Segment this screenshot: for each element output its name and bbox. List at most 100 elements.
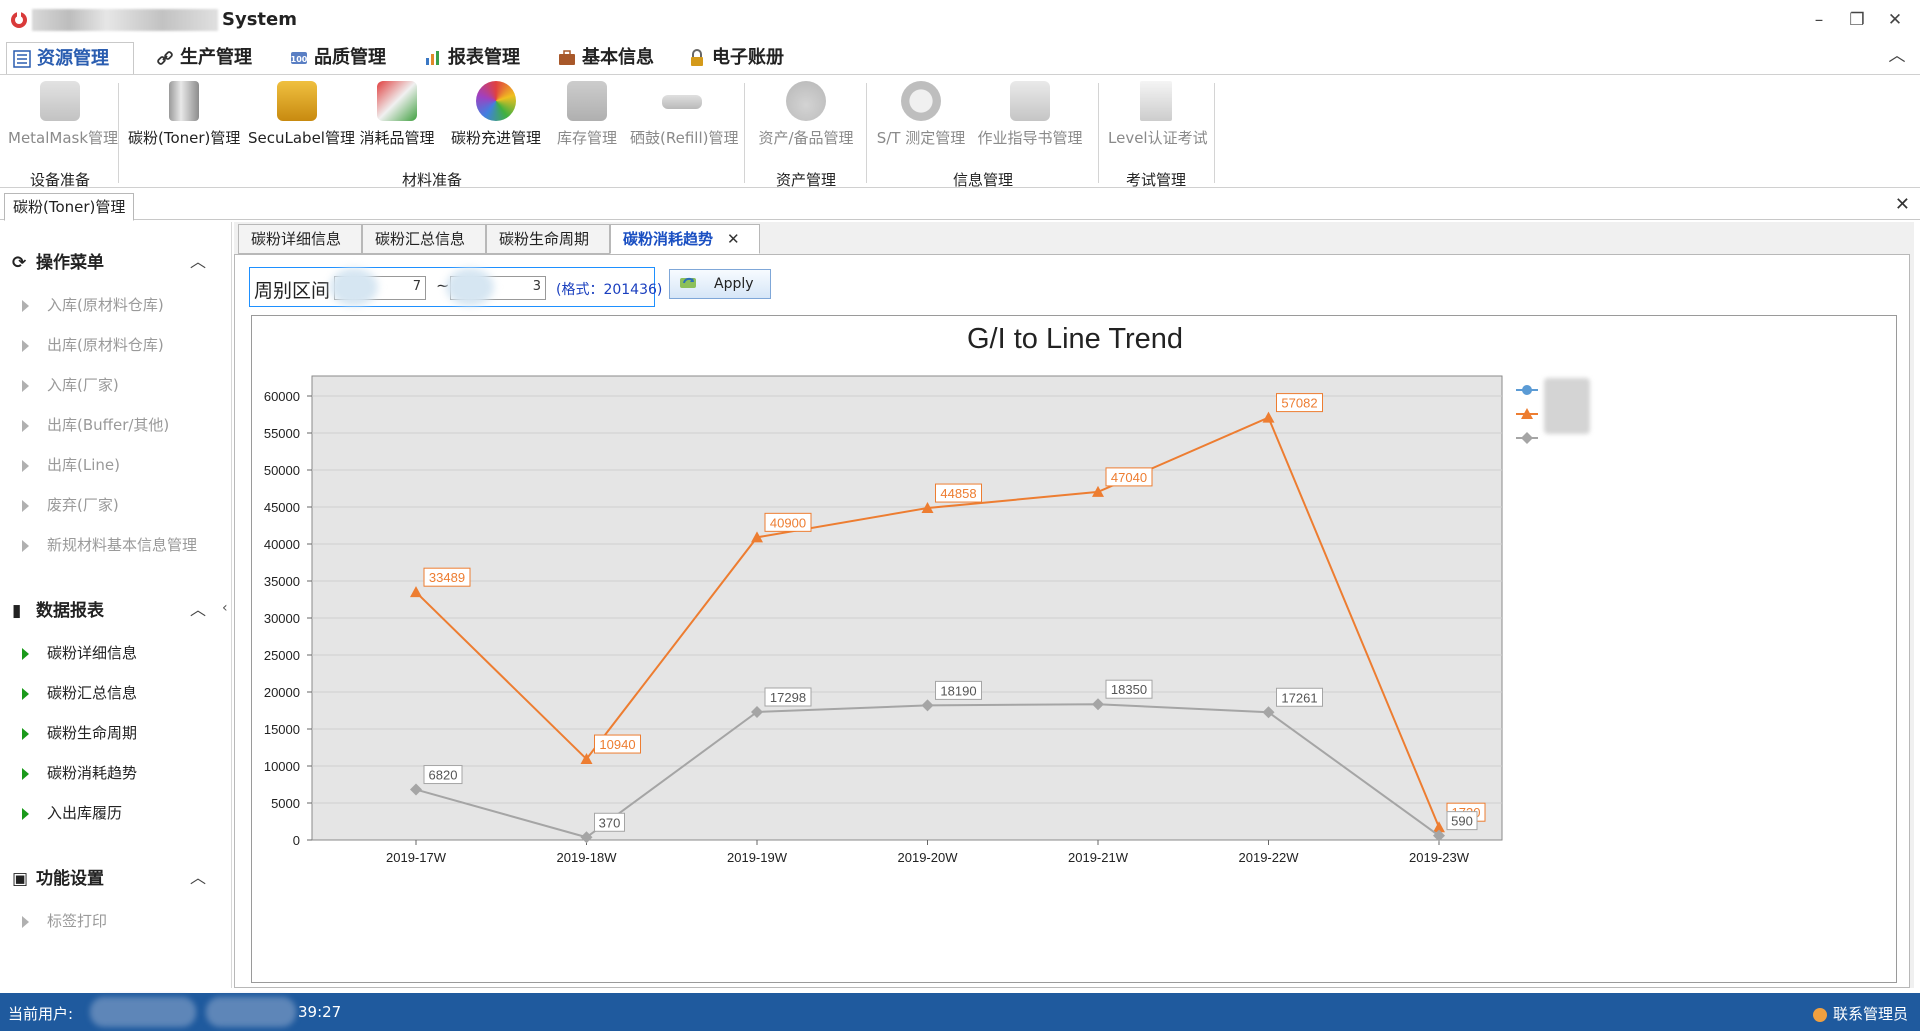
sidebar-item-label: 入库(厂家) <box>47 376 119 394</box>
trend-panel: 周别区间 7 ~ 3 (格式：201436) Apply G/I to Line… <box>234 254 1910 988</box>
ribbon-button-label: S/T 测定管理 <box>876 129 966 147</box>
sidebar-collapse-icon[interactable]: ‹ <box>222 600 228 616</box>
sidebar-item-label: 出库(原材料仓库) <box>47 336 164 354</box>
ribbon-toner-button[interactable]: 碳粉(Toner)管理 <box>128 81 240 161</box>
menu-tab-basic-info[interactable]: 基本信息 <box>552 42 654 74</box>
ribbon-drum-button[interactable]: 硒鼓(Refill)管理 <box>630 81 739 161</box>
metal-mask-icon <box>40 81 80 121</box>
ribbon-button-label: 消耗品管理 <box>359 129 435 147</box>
ribbon-asset-button[interactable]: 资产/备品管理 <box>754 81 858 161</box>
x-tick-label: 2019-21W <box>1068 850 1129 865</box>
close-button[interactable]: ✕ <box>1880 8 1910 32</box>
drum-icon <box>662 95 702 109</box>
ribbon-button-label: 碳粉(Toner)管理 <box>128 129 241 147</box>
sidebar-item[interactable]: 标签打印 <box>22 910 107 931</box>
ribbon-group-label: 资产管理 <box>775 171 836 189</box>
sidebar-item[interactable]: 碳粉消耗趋势 <box>22 762 137 783</box>
tab-close-icon[interactable]: ✕ <box>727 230 740 248</box>
tab-toner-trend[interactable]: 碳粉消耗趋势 ✕ <box>610 224 760 254</box>
plot-area <box>311 375 1503 841</box>
sidebar-item[interactable]: 新规材料基本信息管理 <box>22 534 197 555</box>
contact-admin-label: 联系管理员 <box>1832 1005 1908 1023</box>
sidebar-group-operation[interactable]: ⟳ 操作菜单 <box>12 248 104 273</box>
ribbon-metalmask-button[interactable]: MetalMask管理 <box>8 81 118 161</box>
sidebar-item[interactable]: 入库(厂家) <box>22 374 119 395</box>
ribbon-separator <box>1214 83 1215 183</box>
ribbon-collapse-button[interactable]: ︿ <box>1882 44 1912 68</box>
redacted-spot <box>330 268 378 306</box>
menu-tab-label: 报表管理 <box>448 47 520 68</box>
sidebar-group-label: 数据报表 <box>36 601 104 621</box>
sidebar-item[interactable]: 碳粉详细信息 <box>22 642 137 663</box>
menu-tab-ledger[interactable]: 电子账册 <box>682 42 784 74</box>
data-label: 370 <box>599 815 621 830</box>
y-tick-label: 5000 <box>271 796 300 811</box>
toner-icon <box>169 81 199 121</box>
sidebar-item-label: 出库(Buffer/其他) <box>47 416 170 434</box>
tab-toner-lifecycle[interactable]: 碳粉生命周期 <box>486 224 610 254</box>
triangle-icon <box>22 379 29 392</box>
sidebar-item[interactable]: 出库(原材料仓库) <box>22 334 164 355</box>
collapse-group-icon[interactable]: ︿ <box>190 596 206 620</box>
ribbon-button-label: SecuLabel管理 <box>248 129 355 147</box>
ribbon-st-button[interactable]: S/T 测定管理 <box>876 81 966 161</box>
minimize-button[interactable]: – <box>1804 8 1834 32</box>
exam-icon <box>1140 81 1172 121</box>
collapse-group-icon[interactable]: ︿ <box>190 864 206 888</box>
sidebar: ⟳ 操作菜单 ︿ 入库(原材料仓库) 出库(原材料仓库) 入库(厂家) 出库(Bu… <box>0 222 232 988</box>
menu-tab-quality[interactable]: 100 品质管理 <box>284 42 386 74</box>
ribbon-group-label: 信息管理 <box>952 171 1013 189</box>
menu-tab-production[interactable]: 生产管理 <box>150 42 252 74</box>
sidebar-item[interactable]: 入库(原材料仓库) <box>22 294 164 315</box>
triangle-icon <box>22 539 29 552</box>
ribbon-separator <box>1098 83 1099 183</box>
ribbon-toner-refill-button[interactable]: 碳粉充进管理 <box>448 81 544 161</box>
sidebar-item[interactable]: 出库(Line) <box>22 454 120 475</box>
y-tick-label: 20000 <box>264 685 300 700</box>
triangle-icon <box>22 499 29 512</box>
redacted-user <box>90 997 196 1027</box>
ribbon-consumable-button[interactable]: 消耗品管理 <box>354 81 440 161</box>
sidebar-item[interactable]: 废弃(厂家) <box>22 494 119 515</box>
sidebar-item[interactable]: 入出库履历 <box>22 802 122 823</box>
x-tick-label: 2019-23W <box>1409 850 1470 865</box>
restore-button[interactable]: ❐ <box>1842 8 1872 32</box>
content-area: 碳粉详细信息 碳粉汇总信息 碳粉生命周期 碳粉消耗趋势 ✕ 周别区间 7 ~ 3 … <box>234 222 1914 988</box>
document-tab-toner[interactable]: 碳粉(Toner)管理 <box>4 193 135 221</box>
triangle-icon <box>22 915 29 928</box>
sidebar-item-label: 新规材料基本信息管理 <box>47 536 198 554</box>
ribbon-button-label: 作业指导书管理 <box>977 129 1083 147</box>
sidebar-item[interactable]: 碳粉生命周期 <box>22 722 137 743</box>
apply-button[interactable]: Apply <box>669 269 771 299</box>
sidebar-item-label: 碳粉消耗趋势 <box>47 764 138 782</box>
data-label: 57082 <box>1281 396 1317 411</box>
data-label: 18190 <box>940 683 976 698</box>
ribbon-button-label: 硒鼓(Refill)管理 <box>630 129 739 147</box>
money-bag-icon <box>786 81 826 121</box>
sidebar-item[interactable]: 碳粉汇总信息 <box>22 682 137 703</box>
tab-toner-detail[interactable]: 碳粉详细信息 <box>238 224 362 254</box>
ribbon-inventory-button[interactable]: 库存管理 <box>552 81 622 161</box>
data-point-diamond <box>1521 432 1533 444</box>
sidebar-item[interactable]: 出库(Buffer/其他) <box>22 414 169 435</box>
ribbon-level-exam-button[interactable]: Level认证考试 <box>1108 81 1208 161</box>
sidebar-group-settings[interactable]: ▣ 功能设置 <box>12 864 104 889</box>
tab-toner-summary[interactable]: 碳粉汇总信息 <box>362 224 486 254</box>
y-tick-label: 35000 <box>264 574 300 589</box>
redacted-date <box>206 997 296 1027</box>
collapse-group-icon[interactable]: ︿ <box>190 248 206 272</box>
menu-tab-label: 生产管理 <box>180 47 252 68</box>
inventory-icon <box>567 81 607 121</box>
contact-admin-link[interactable]: 联系管理员 <box>1812 1003 1908 1024</box>
ribbon-button-label: Level认证考试 <box>1108 129 1208 147</box>
data-label: 47040 <box>1111 470 1147 485</box>
chart-title: G/I to Line Trend <box>967 323 1183 355</box>
menu-tab-resource[interactable]: 资源管理 <box>6 42 134 74</box>
ribbon-work-instruction-button[interactable]: 作业指导书管理 <box>974 81 1086 161</box>
ribbon-seculabel-button[interactable]: SecuLabel管理 <box>248 81 355 161</box>
document-close-icon[interactable]: ✕ <box>1895 194 1910 215</box>
sidebar-group-report[interactable]: ▮ 数据报表 <box>12 596 104 621</box>
toner-refill-icon <box>476 81 516 121</box>
menu-tab-report[interactable]: 报表管理 <box>418 42 520 74</box>
triangle-icon <box>22 767 29 780</box>
